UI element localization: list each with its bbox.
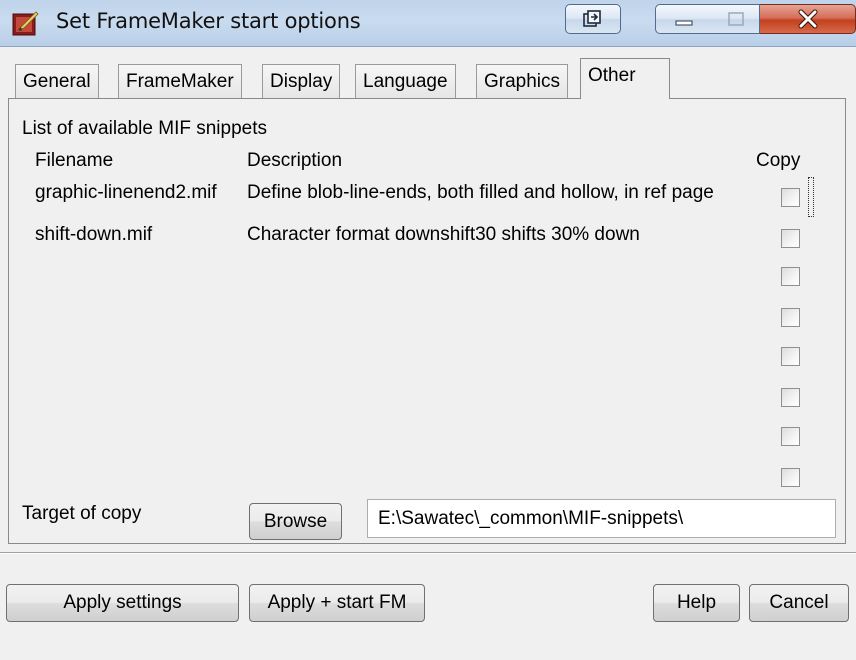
tab-label: Other <box>588 65 636 86</box>
framemaker-app-icon <box>12 11 39 36</box>
column-header-filename: Filename <box>35 150 114 171</box>
title-bar[interactable]: Set FrameMaker start options <box>0 0 856 47</box>
minimize-button[interactable] <box>655 4 713 34</box>
other-tab-panel <box>8 98 846 544</box>
column-header-copy: Copy <box>756 150 801 171</box>
target-of-copy-label: Target of copy <box>22 503 142 524</box>
column-header-description: Description <box>247 150 343 171</box>
tab-label: Display <box>270 71 333 92</box>
cancel-button[interactable]: Cancel <box>749 584 849 622</box>
divider <box>0 552 856 554</box>
close-button[interactable] <box>760 4 856 34</box>
tab-label: General <box>23 71 91 92</box>
copy-checkbox[interactable] <box>781 188 800 207</box>
browse-button[interactable]: Browse <box>249 503 342 540</box>
copy-checkbox[interactable] <box>781 347 800 366</box>
window-title: Set FrameMaker start options <box>56 9 361 33</box>
tab-label: Graphics <box>484 71 561 92</box>
snippet-description: Define blob-line-ends, both filled and h… <box>247 182 714 203</box>
snippet-description: Character format downshift30 shifts 30% … <box>247 224 640 245</box>
maximize-icon <box>727 12 744 26</box>
tab-graphics[interactable]: Graphics <box>476 64 569 98</box>
apply-start-fm-button[interactable]: Apply + start FM <box>249 584 425 622</box>
close-icon <box>798 9 817 29</box>
tab-other[interactable]: Other <box>580 58 670 99</box>
apply-settings-button[interactable]: Apply settings <box>6 584 239 622</box>
copy-checkbox[interactable] <box>781 308 800 327</box>
copy-checkbox[interactable] <box>781 427 800 446</box>
target-path-input[interactable] <box>367 499 836 538</box>
tab-display[interactable]: Display <box>262 64 341 98</box>
tab-framemaker[interactable]: FrameMaker <box>118 64 242 98</box>
help-button[interactable]: Help <box>653 584 740 622</box>
copy-checkbox[interactable] <box>781 229 800 248</box>
maximize-button[interactable] <box>712 4 760 34</box>
snippet-filename: graphic-linenend2.mif <box>35 182 217 203</box>
section-label: List of available MIF snippets <box>22 118 268 139</box>
snap-button[interactable] <box>565 4 621 34</box>
copy-checkbox[interactable] <box>781 468 800 487</box>
tab-language[interactable]: Language <box>355 64 456 98</box>
window-snap-icon <box>583 10 601 27</box>
tab-label: Language <box>363 71 448 92</box>
tab-general[interactable]: General <box>15 64 99 98</box>
minimize-icon <box>675 20 693 26</box>
snippet-filename: shift-down.mif <box>35 224 153 245</box>
focus-indicator <box>808 177 814 217</box>
copy-checkbox[interactable] <box>781 267 800 286</box>
copy-checkbox[interactable] <box>781 388 800 407</box>
tab-label: FrameMaker <box>126 71 234 92</box>
